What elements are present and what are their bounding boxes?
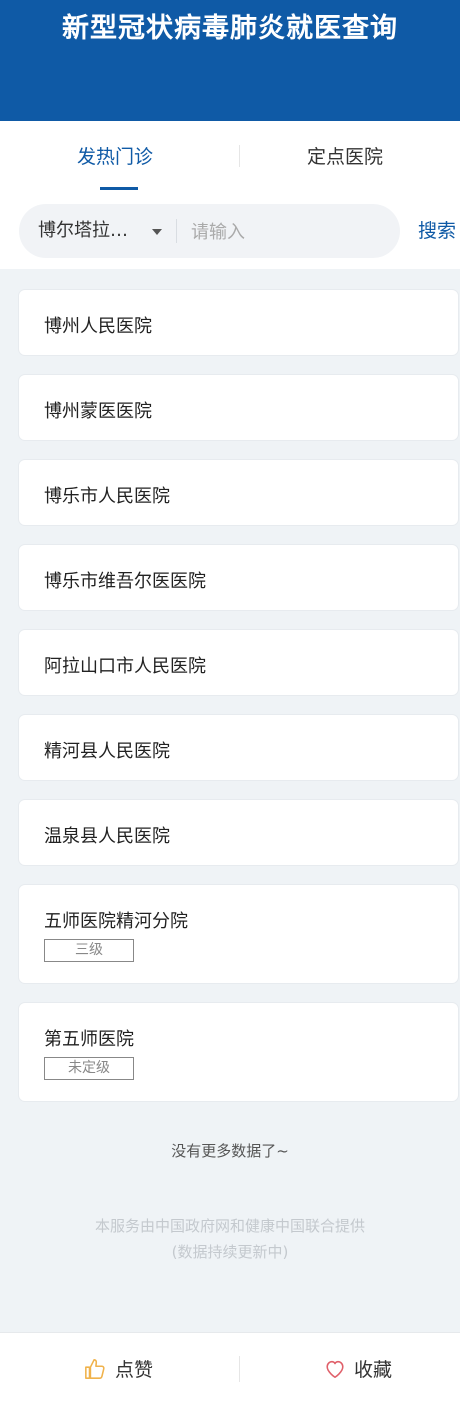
hospital-name: 第五师医院: [44, 1029, 134, 1050]
search-button[interactable]: 搜索: [418, 204, 456, 258]
hospital-card[interactable]: 博乐市维吾尔医医院: [18, 544, 459, 611]
hospital-name: 精河县人民医院: [44, 741, 170, 762]
bottom-bar: 点赞 收藏: [0, 1332, 460, 1403]
city-select[interactable]: 博尔塔拉…: [38, 204, 128, 258]
hospital-level-badge: 三级: [44, 939, 134, 962]
hospital-name: 五师医院精河分院: [44, 911, 188, 932]
header: 新型冠状病毒肺炎就医查询: [0, 0, 460, 121]
hospital-card[interactable]: 精河县人民医院: [18, 714, 459, 781]
search-divider: [176, 219, 177, 243]
hospital-level-badge: 未定级: [44, 1057, 134, 1080]
like-button[interactable]: 点赞: [0, 1333, 230, 1403]
search-box: 博尔塔拉…: [19, 204, 400, 258]
like-label: 点赞: [115, 1359, 154, 1381]
footer-line-1: 本服务由中国政府网和健康中国联合提供: [94, 1217, 365, 1235]
hospital-card[interactable]: 阿拉山口市人民医院: [18, 629, 459, 696]
hospital-card[interactable]: 博州蒙医医院: [18, 374, 459, 441]
hospital-card[interactable]: 博州人民医院: [18, 289, 459, 356]
tab-designated-hospital[interactable]: 定点医院: [230, 121, 460, 193]
favorite-button[interactable]: 收藏: [230, 1333, 460, 1403]
tab-bar: 发热门诊 定点医院: [0, 121, 460, 193]
footer-note: 本服务由中国政府网和健康中国联合提供 (数据持续更新中): [0, 1213, 460, 1265]
footer-line-2: (数据持续更新中): [171, 1243, 289, 1261]
search-area: 博尔塔拉… 搜索: [0, 193, 460, 269]
tab-active-indicator: [100, 187, 138, 190]
hospital-name: 博乐市人民医院: [44, 486, 170, 507]
tab-fever-clinic[interactable]: 发热门诊: [0, 121, 230, 193]
hospital-card[interactable]: 第五师医院 未定级: [18, 1002, 459, 1102]
page: 新型冠状病毒肺炎就医查询 发热门诊 定点医院 博尔塔拉… 搜索 博州人民医院 博…: [0, 0, 460, 1403]
hospital-card[interactable]: 五师医院精河分院 三级: [18, 884, 459, 984]
thumbs-up-icon: [85, 1359, 105, 1379]
list-end-text: 没有更多数据了~: [171, 1142, 289, 1160]
favorite-label: 收藏: [354, 1359, 393, 1381]
page-title: 新型冠状病毒肺炎就医查询: [62, 13, 398, 44]
hospital-list: 博州人民医院 博州蒙医医院 博乐市人民医院 博乐市维吾尔医医院 阿拉山口市人民医…: [0, 289, 460, 1120]
hospital-name: 博州人民医院: [44, 316, 152, 337]
hospital-card[interactable]: 温泉县人民医院: [18, 799, 459, 866]
hospital-name: 温泉县人民医院: [44, 826, 170, 847]
heart-icon: [326, 1360, 344, 1379]
search-input[interactable]: [189, 214, 393, 250]
hospital-name: 博州蒙医医院: [44, 401, 152, 422]
caret-down-icon[interactable]: [152, 229, 162, 235]
hospital-name: 博乐市维吾尔医医院: [44, 571, 206, 592]
hospital-card[interactable]: 博乐市人民医院: [18, 459, 459, 526]
hospital-name: 阿拉山口市人民医院: [44, 656, 206, 677]
